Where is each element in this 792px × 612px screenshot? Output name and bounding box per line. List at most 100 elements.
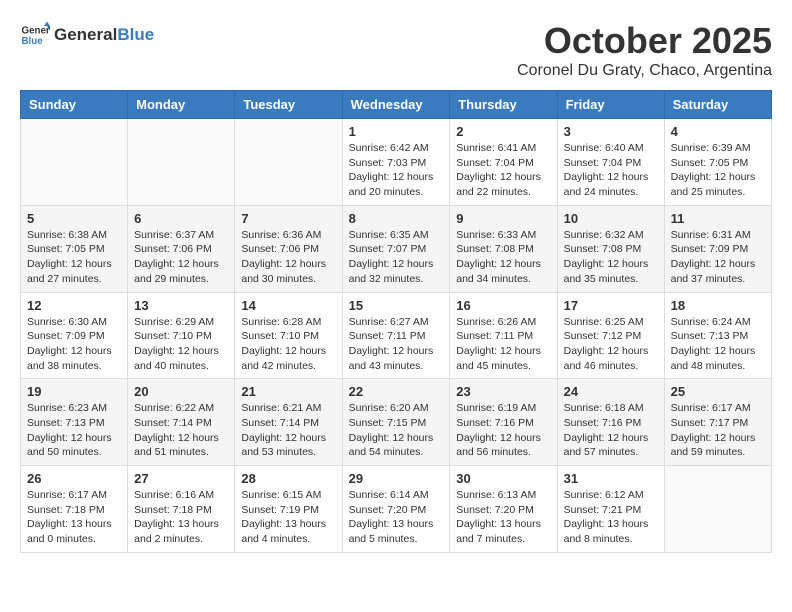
calendar-cell: 18Sunrise: 6:24 AM Sunset: 7:13 PM Dayli… [664,292,771,379]
day-info: Sunrise: 6:13 AM Sunset: 7:20 PM Dayligh… [456,488,550,547]
day-info: Sunrise: 6:20 AM Sunset: 7:15 PM Dayligh… [349,401,444,460]
day-info: Sunrise: 6:42 AM Sunset: 7:03 PM Dayligh… [349,141,444,200]
day-number: 1 [349,124,444,139]
header: General Blue GeneralBlue October 2025 Co… [20,20,772,80]
day-number: 26 [27,471,121,486]
day-number: 24 [564,384,658,399]
day-number: 9 [456,211,550,226]
calendar-cell: 15 Sunrise: 6:27 AM Sunset: 7:11 PM Dayli… [342,292,450,379]
calendar-cell: 3Sunrise: 6:40 AM Sunset: 7:04 PM Daylig… [557,119,664,206]
calendar-table: SundayMondayTuesdayWednesdayThursdayFrid… [20,90,772,553]
day-header-thursday: Thursday [450,91,557,119]
calendar-cell: 24 Sunrise: 6:18 AM Sunset: 7:16 PM Dayli… [557,379,664,466]
day-info: Sunrise: 6:19 AM Sunset: 7:16 PM Dayligh… [456,401,550,460]
day-number: 29 [349,471,444,486]
day-info: Sunrise: 6:26 AM Sunset: 7:11 PM Dayligh… [456,315,550,374]
calendar-cell: 26 Sunrise: 6:17 AM Sunset: 7:18 PM Dayli… [21,466,128,553]
day-number: 8 [349,211,444,226]
day-header-sunday: Sunday [21,91,128,119]
calendar-cell: 8Sunrise: 6:35 AM Sunset: 7:07 PM Daylig… [342,205,450,292]
calendar-cell: 1 Sunrise: 6:42 AM Sunset: 7:03 PM Daylig… [342,119,450,206]
day-info: Sunrise: 6:41 AM Sunset: 7:04 PM Dayligh… [456,141,550,200]
day-info: Sunrise: 6:32 AM Sunset: 7:08 PM Dayligh… [564,228,658,287]
day-number: 23 [456,384,550,399]
day-number: 11 [671,211,765,226]
day-number: 16 [456,298,550,313]
location-title: Coronel Du Graty, Chaco, Argentina [517,62,772,80]
day-header-monday: Monday [128,91,235,119]
day-number: 20 [134,384,228,399]
calendar-cell [128,119,235,206]
day-number: 21 [241,384,335,399]
day-info: Sunrise: 6:16 AM Sunset: 7:18 PM Dayligh… [134,488,228,547]
day-number: 27 [134,471,228,486]
day-info: Sunrise: 6:17 AM Sunset: 7:18 PM Dayligh… [27,488,121,547]
day-info: Sunrise: 6:30 AM Sunset: 7:09 PM Dayligh… [27,315,121,374]
day-number: 2 [456,124,550,139]
day-info: Sunrise: 6:25 AM Sunset: 7:12 PM Dayligh… [564,315,658,374]
day-number: 31 [564,471,658,486]
calendar-cell [235,119,342,206]
day-info: Sunrise: 6:40 AM Sunset: 7:04 PM Dayligh… [564,141,658,200]
calendar-cell: 31 Sunrise: 6:12 AM Sunset: 7:21 PM Dayli… [557,466,664,553]
day-info: Sunrise: 6:37 AM Sunset: 7:06 PM Dayligh… [134,228,228,287]
days-of-week-row: SundayMondayTuesdayWednesdayThursdayFrid… [21,91,772,119]
day-info: Sunrise: 6:29 AM Sunset: 7:10 PM Dayligh… [134,315,228,374]
day-info: Sunrise: 6:36 AM Sunset: 7:06 PM Dayligh… [241,228,335,287]
day-header-tuesday: Tuesday [235,91,342,119]
week-row-2: 5Sunrise: 6:38 AM Sunset: 7:05 PM Daylig… [21,205,772,292]
day-number: 17 [564,298,658,313]
day-number: 7 [241,211,335,226]
week-row-3: 12 Sunrise: 6:30 AM Sunset: 7:09 PM Dayli… [21,292,772,379]
day-number: 28 [241,471,335,486]
month-title: October 2025 [517,20,772,62]
calendar-cell: 9 Sunrise: 6:33 AM Sunset: 7:08 PM Daylig… [450,205,557,292]
calendar-cell: 20 Sunrise: 6:22 AM Sunset: 7:14 PM Dayli… [128,379,235,466]
calendar-cell: 4 Sunrise: 6:39 AM Sunset: 7:05 PM Daylig… [664,119,771,206]
calendar-cell: 30 Sunrise: 6:13 AM Sunset: 7:20 PM Dayli… [450,466,557,553]
day-number: 6 [134,211,228,226]
day-info: Sunrise: 6:17 AM Sunset: 7:17 PM Dayligh… [671,401,765,460]
day-number: 12 [27,298,121,313]
day-number: 19 [27,384,121,399]
day-info: Sunrise: 6:27 AM Sunset: 7:11 PM Dayligh… [349,315,444,374]
calendar-cell: 13 Sunrise: 6:29 AM Sunset: 7:10 PM Dayli… [128,292,235,379]
day-info: Sunrise: 6:22 AM Sunset: 7:14 PM Dayligh… [134,401,228,460]
calendar-cell: 10 Sunrise: 6:32 AM Sunset: 7:08 PM Dayli… [557,205,664,292]
day-info: Sunrise: 6:15 AM Sunset: 7:19 PM Dayligh… [241,488,335,547]
svg-text:General: General [22,26,51,37]
calendar-cell: 25 Sunrise: 6:17 AM Sunset: 7:17 PM Dayli… [664,379,771,466]
day-number: 18 [671,298,765,313]
day-number: 25 [671,384,765,399]
day-info: Sunrise: 6:39 AM Sunset: 7:05 PM Dayligh… [671,141,765,200]
calendar-cell: 14Sunrise: 6:28 AM Sunset: 7:10 PM Dayli… [235,292,342,379]
day-header-wednesday: Wednesday [342,91,450,119]
day-info: Sunrise: 6:33 AM Sunset: 7:08 PM Dayligh… [456,228,550,287]
calendar-cell: 23 Sunrise: 6:19 AM Sunset: 7:16 PM Dayli… [450,379,557,466]
calendar-cell: 11 Sunrise: 6:31 AM Sunset: 7:09 PM Dayli… [664,205,771,292]
calendar-cell: 6 Sunrise: 6:37 AM Sunset: 7:06 PM Daylig… [128,205,235,292]
day-number: 4 [671,124,765,139]
calendar-cell: 16 Sunrise: 6:26 AM Sunset: 7:11 PM Dayli… [450,292,557,379]
day-info: Sunrise: 6:12 AM Sunset: 7:21 PM Dayligh… [564,488,658,547]
calendar-cell: 27 Sunrise: 6:16 AM Sunset: 7:18 PM Dayli… [128,466,235,553]
day-info: Sunrise: 6:21 AM Sunset: 7:14 PM Dayligh… [241,401,335,460]
day-number: 30 [456,471,550,486]
day-info: Sunrise: 6:28 AM Sunset: 7:10 PM Dayligh… [241,315,335,374]
calendar-cell [664,466,771,553]
day-info: Sunrise: 6:23 AM Sunset: 7:13 PM Dayligh… [27,401,121,460]
calendar-cell: 22Sunrise: 6:20 AM Sunset: 7:15 PM Dayli… [342,379,450,466]
svg-text:Blue: Blue [22,36,44,47]
day-number: 10 [564,211,658,226]
day-info: Sunrise: 6:18 AM Sunset: 7:16 PM Dayligh… [564,401,658,460]
logo-icon: General Blue [20,20,50,50]
day-number: 13 [134,298,228,313]
day-info: Sunrise: 6:38 AM Sunset: 7:05 PM Dayligh… [27,228,121,287]
day-info: Sunrise: 6:31 AM Sunset: 7:09 PM Dayligh… [671,228,765,287]
calendar-cell: 2 Sunrise: 6:41 AM Sunset: 7:04 PM Daylig… [450,119,557,206]
calendar-cell: 19 Sunrise: 6:23 AM Sunset: 7:13 PM Dayli… [21,379,128,466]
calendar-cell: 17 Sunrise: 6:25 AM Sunset: 7:12 PM Dayli… [557,292,664,379]
calendar-cell [21,119,128,206]
day-number: 15 [349,298,444,313]
logo-general-text: GeneralBlue [54,26,154,45]
